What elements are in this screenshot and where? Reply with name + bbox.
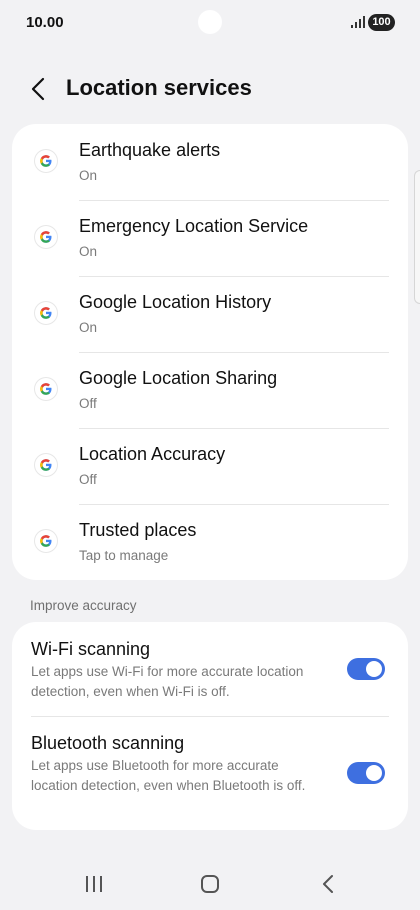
list-item-emergency-location-service[interactable]: Emergency Location Service On xyxy=(12,200,408,276)
item-title: Emergency Location Service xyxy=(79,216,309,236)
back-arrow-icon[interactable] xyxy=(28,76,50,102)
list-item-bluetooth-scanning[interactable]: Bluetooth scanning Let apps use Bluetoot… xyxy=(12,716,408,830)
list-item-earthquake-alerts[interactable]: Earthquake alerts On xyxy=(12,124,408,200)
recent-apps-icon[interactable] xyxy=(74,870,114,898)
google-icon xyxy=(35,530,57,552)
section-header-improve-accuracy: Improve accuracy xyxy=(30,598,137,613)
list-item-wifi-scanning[interactable]: Wi-Fi scanning Let apps use Wi-Fi for mo… xyxy=(12,622,408,716)
services-card: Earthquake alerts On Emergency Location … xyxy=(12,124,408,580)
google-icon xyxy=(35,302,57,324)
status-time: 10.00 xyxy=(26,14,64,31)
google-icon xyxy=(35,150,57,172)
item-status: Off xyxy=(79,396,97,411)
item-title: Google Location Sharing xyxy=(79,368,278,388)
item-status: Tap to manage xyxy=(79,548,169,563)
item-title: Google Location History xyxy=(79,292,272,312)
item-title: Trusted places xyxy=(79,520,197,540)
item-status: On xyxy=(79,244,98,259)
screen: 10.00 100 Location services Earthquake a… xyxy=(0,0,420,910)
wifi-scanning-toggle[interactable] xyxy=(347,658,385,680)
status-bar: 10.00 100 xyxy=(0,0,420,46)
list-item-google-location-history[interactable]: Google Location History On xyxy=(12,276,408,352)
google-icon xyxy=(35,454,57,476)
item-title: Bluetooth scanning xyxy=(31,733,185,753)
item-title: Earthquake alerts xyxy=(79,140,221,160)
navigation-bar xyxy=(0,860,420,910)
item-description: Let apps use Bluetooth for more accurate… xyxy=(31,758,306,793)
list-item-google-location-sharing[interactable]: Google Location Sharing Off xyxy=(12,352,408,428)
item-status: Off xyxy=(79,472,97,487)
list-item-location-accuracy[interactable]: Location Accuracy Off xyxy=(12,428,408,504)
improve-accuracy-card: Wi-Fi scanning Let apps use Wi-Fi for mo… xyxy=(12,622,408,830)
toggle-knob xyxy=(366,661,382,677)
item-title: Location Accuracy xyxy=(79,444,226,464)
item-status: On xyxy=(79,168,98,183)
scrollbar[interactable] xyxy=(414,170,420,304)
header: Location services xyxy=(0,64,420,114)
page-title: Location services xyxy=(66,75,252,100)
home-icon[interactable] xyxy=(190,870,230,898)
camera-cutout xyxy=(198,10,222,34)
item-status: On xyxy=(79,320,98,335)
bluetooth-scanning-toggle[interactable] xyxy=(347,762,385,784)
item-description: Let apps use Wi-Fi for more accurate loc… xyxy=(31,664,304,699)
signal-icon xyxy=(351,16,365,28)
google-icon xyxy=(35,226,57,248)
list-item-trusted-places[interactable]: Trusted places Tap to manage xyxy=(12,504,408,580)
battery-icon: 100 xyxy=(368,14,395,31)
item-title: Wi-Fi scanning xyxy=(31,639,151,659)
toggle-knob xyxy=(366,765,382,781)
back-icon[interactable] xyxy=(308,870,348,898)
google-icon xyxy=(35,378,57,400)
